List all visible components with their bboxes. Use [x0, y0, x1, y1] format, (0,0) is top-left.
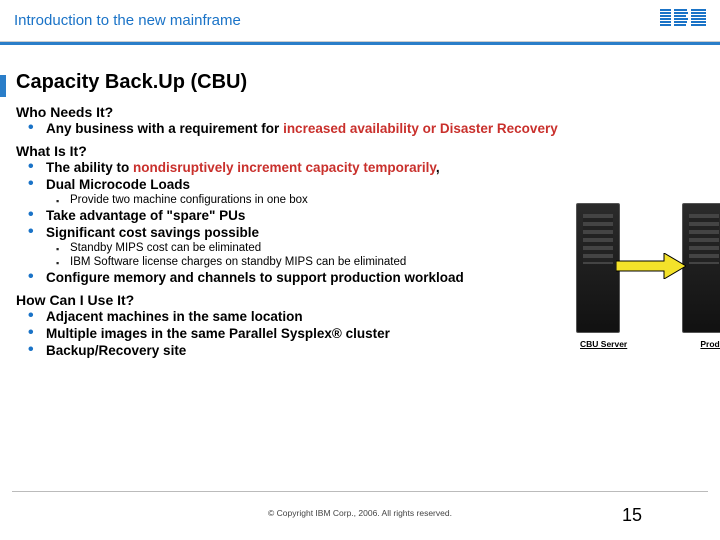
copyright-text: © Copyright IBM Corp., 2006. All rights …: [0, 508, 720, 518]
server-illustration: CBU Server Production Se: [576, 203, 720, 383]
header-bar: Introduction to the new mainframe: [0, 0, 720, 42]
cbu-caption: CBU Server: [580, 339, 627, 349]
page-number: 15: [622, 505, 642, 526]
who-item: Any business with a requirement for incr…: [46, 120, 704, 137]
cbu-server-icon: [576, 203, 620, 333]
production-server-icon: [682, 203, 720, 333]
what-item: The ability to nondisruptively increment…: [46, 159, 704, 176]
production-caption: Production Se: [700, 339, 720, 349]
ibm-logo: [660, 9, 706, 32]
footer-divider: [12, 491, 708, 492]
slide-title: Capacity Back.Up (CBU): [16, 71, 704, 94]
arrow-icon: [616, 253, 686, 279]
who-heading: Who Needs It?: [16, 104, 704, 120]
what-item: Dual Microcode Loads: [46, 176, 704, 193]
header-title: Introduction to the new mainframe: [14, 12, 241, 29]
slide-content: Capacity Back.Up (CBU) Who Needs It? Any…: [0, 45, 720, 359]
what-heading: What Is It?: [16, 143, 704, 159]
title-accent: [0, 75, 6, 97]
